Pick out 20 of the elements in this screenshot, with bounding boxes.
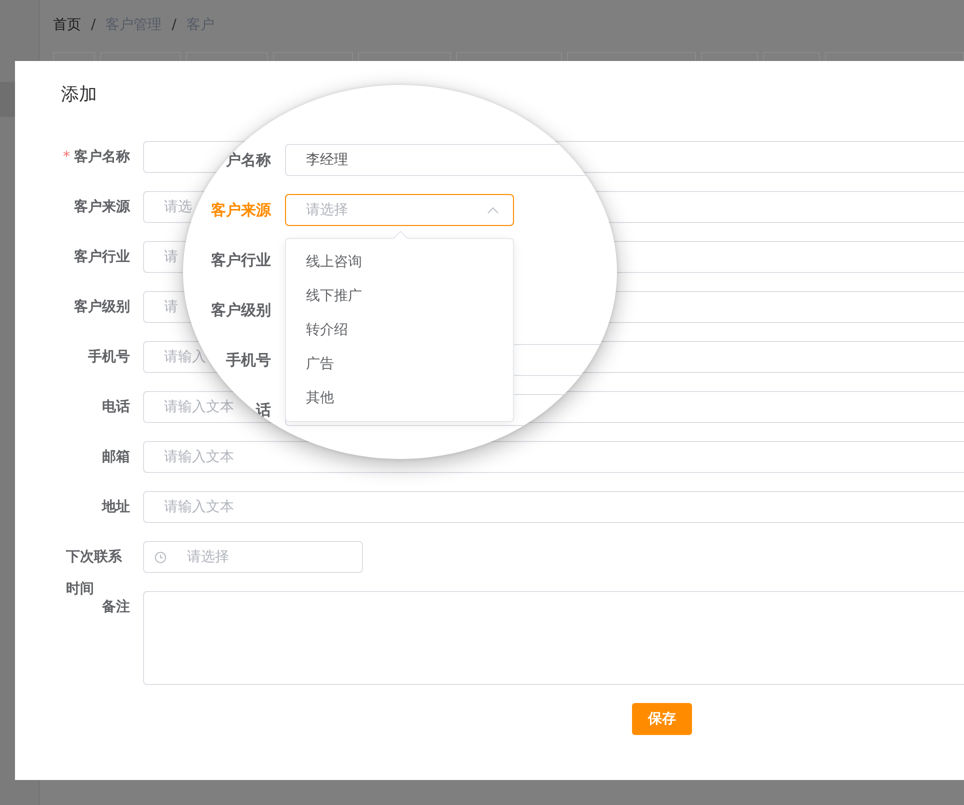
field-label: 客户来源 [211,201,271,219]
field-label: 手机号 [88,348,130,367]
field-label: 客户来源 [74,198,130,217]
field-label: 客户级别 [74,298,130,317]
required-mark: * [63,149,70,165]
field-label: 客户行业 [211,251,271,269]
field-label: 邮箱 [102,448,130,467]
field-label: 客户名称 [74,148,130,167]
field-label: 手机号 [226,351,271,369]
field-label: 话 [256,401,271,419]
field-label: 备注 [102,598,130,617]
field-label: 客户级别 [211,301,271,319]
field-label: 户名称 [226,151,271,169]
field-label: 地址 [102,498,130,517]
field-label: 客户行业 [74,248,130,267]
dialog-title: 添加 [61,83,97,107]
field-label: 下次联系时间 [66,548,123,598]
breadcrumb-separator: / [91,17,96,33]
breadcrumb-separator: / [172,17,176,33]
field-label: 电话 [102,398,130,417]
